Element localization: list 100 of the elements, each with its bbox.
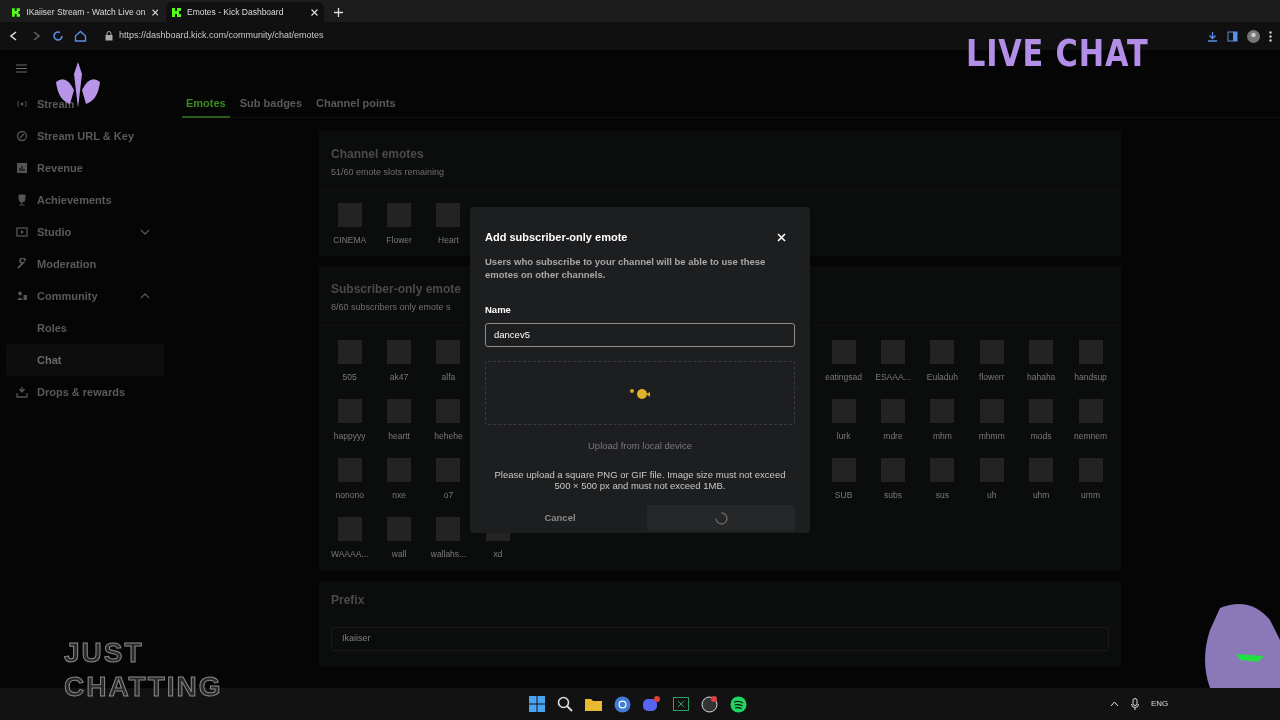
modal-description: Users who subscribe to your channel will be able to use these emotes on other channels. bbox=[485, 254, 767, 281]
browser-icon[interactable] bbox=[614, 695, 631, 713]
emote-name: o7 bbox=[443, 488, 454, 502]
emote-name: mhm bbox=[932, 429, 952, 443]
microphone-icon[interactable] bbox=[1131, 698, 1139, 710]
emote-name: wallahs... bbox=[430, 547, 467, 561]
name-input[interactable]: dancev5 bbox=[485, 322, 795, 347]
spreadsheet-icon[interactable] bbox=[673, 697, 689, 711]
emote-name: umm bbox=[1081, 488, 1100, 502]
close-icon[interactable] bbox=[311, 8, 318, 16]
emote-name: hehehe bbox=[434, 429, 463, 443]
emote-name: eatingsad bbox=[825, 370, 863, 384]
profile-avatar-icon[interactable] bbox=[1247, 29, 1260, 43]
emote-name: hahaha bbox=[1026, 370, 1056, 384]
emote-name: mods bbox=[1030, 429, 1052, 443]
chat-app-icon[interactable] bbox=[643, 696, 661, 712]
people-icon bbox=[16, 290, 28, 302]
emote-name: SUB bbox=[834, 488, 853, 502]
sidebar-item[interactable]: Community bbox=[6, 280, 164, 312]
tab-title: IKaiiser Stream - Watch Live on bbox=[26, 5, 146, 19]
link-icon bbox=[16, 130, 28, 142]
emote-name: uh bbox=[987, 488, 997, 502]
emote-name: Euladuh bbox=[926, 370, 958, 384]
home-icon[interactable] bbox=[74, 30, 87, 42]
emote-name: heartt bbox=[388, 429, 410, 443]
emote-name: mhmm bbox=[978, 429, 1005, 443]
section-subtitle: 8/60 subscribers only emote s bbox=[331, 301, 451, 314]
emote-name: nxe bbox=[392, 488, 406, 502]
sidebar-item[interactable]: Stream URL & Key bbox=[6, 120, 164, 152]
sidebar-item[interactable]: Roles bbox=[6, 312, 164, 344]
sidebar-item[interactable]: Revenue bbox=[6, 152, 164, 184]
emote-name: Heart bbox=[438, 233, 459, 247]
emote-name: uhm bbox=[1032, 488, 1050, 502]
browser-tab[interactable]: Emotes - Kick Dashboard bbox=[166, 2, 324, 22]
sidebar-item[interactable]: Drops & rewards bbox=[6, 376, 164, 408]
chevron-down-icon[interactable] bbox=[140, 229, 150, 235]
download-icon[interactable] bbox=[1207, 30, 1218, 42]
tab[interactable]: Sub badges bbox=[235, 90, 307, 118]
emote-name: CINEMA bbox=[333, 233, 367, 247]
section-title: Subscriber-only emote bbox=[331, 281, 462, 298]
modal-title: Add subscriber-only emote bbox=[485, 230, 628, 245]
emote-name: flowerr bbox=[979, 370, 1005, 384]
emote-name: lurk bbox=[836, 429, 851, 443]
emote-preview-icon bbox=[629, 386, 651, 399]
gift-icon bbox=[16, 386, 28, 398]
emote-name: WAAAA... bbox=[330, 547, 369, 561]
stream-icon bbox=[16, 98, 28, 110]
sidebar-item[interactable]: Chat bbox=[6, 344, 164, 376]
music-app-icon[interactable] bbox=[730, 695, 747, 713]
sidebar-item[interactable]: Stream bbox=[6, 88, 164, 120]
emote-name: Flower bbox=[386, 233, 412, 247]
close-icon[interactable] bbox=[151, 8, 158, 16]
tab-title: Emotes - Kick Dashboard bbox=[187, 5, 284, 19]
emote-name: alfa bbox=[441, 370, 456, 384]
emote-name: ak47 bbox=[389, 370, 409, 384]
overlay-caption: JUST CHATTING bbox=[63, 636, 224, 704]
emote-name: nonono bbox=[335, 488, 364, 502]
section-title: Channel emotes bbox=[331, 146, 425, 163]
emote-name: happyyy bbox=[333, 429, 366, 443]
tab[interactable]: Emotes bbox=[182, 90, 230, 118]
wrench-icon bbox=[16, 258, 28, 270]
trophy-icon bbox=[16, 194, 28, 206]
loading-spinner-icon bbox=[714, 511, 728, 525]
emote-name: nemnem bbox=[1074, 429, 1108, 443]
emote-name: wall bbox=[391, 547, 407, 561]
prefix-field[interactable]: Ikaiiser bbox=[331, 627, 1109, 651]
logo-icon bbox=[12, 7, 21, 17]
film-icon bbox=[16, 226, 28, 238]
new-tab-icon[interactable] bbox=[334, 8, 343, 17]
field-label: Name bbox=[485, 302, 512, 317]
overlay-title: LIVE CHAT bbox=[966, 32, 1149, 74]
folder-icon[interactable] bbox=[585, 697, 602, 711]
sidebar-item[interactable]: Studio bbox=[6, 216, 164, 248]
chevron-up-icon[interactable] bbox=[140, 293, 150, 299]
section-subtitle: 51/60 emote slots remaining bbox=[331, 166, 446, 179]
record-app-icon[interactable] bbox=[701, 695, 718, 713]
sidebar-icon[interactable] bbox=[1227, 30, 1238, 42]
sidebar-item[interactable]: Achievements bbox=[6, 184, 164, 216]
language-indicator[interactable]: ENG bbox=[1151, 698, 1169, 710]
url-text: https://dashboard.kick.com/community/chat/emotes bbox=[119, 29, 324, 43]
reload-icon[interactable] bbox=[52, 30, 64, 42]
tab[interactable]: Channel points bbox=[312, 90, 400, 118]
emote-name: 505 bbox=[342, 370, 357, 384]
caret-up-icon[interactable] bbox=[1110, 701, 1119, 707]
menu-icon[interactable] bbox=[1269, 30, 1272, 42]
emote-name: mdre bbox=[883, 429, 903, 443]
emote-name: xd bbox=[493, 547, 503, 561]
browser-tab[interactable]: IKaiiser Stream - Watch Live on bbox=[6, 2, 164, 22]
search-icon[interactable] bbox=[557, 696, 573, 712]
emote-name: sus bbox=[935, 488, 949, 502]
windows-start-icon[interactable] bbox=[529, 696, 545, 712]
sidebar-item[interactable]: Moderation bbox=[6, 248, 164, 280]
lock-icon bbox=[105, 31, 113, 41]
cancel-button[interactable]: Cancel bbox=[485, 505, 635, 531]
upload-requirements: Please upload a square PNG or GIF file. Image size must not exceed 500 × 500 px and must not exceed 1MB. bbox=[493, 469, 787, 491]
emote-name: handsup bbox=[1074, 370, 1107, 384]
emote-name: subs bbox=[884, 488, 902, 502]
logo-icon bbox=[172, 7, 181, 17]
chart-icon bbox=[16, 162, 28, 174]
emote-name: ESAAA... bbox=[875, 370, 911, 384]
